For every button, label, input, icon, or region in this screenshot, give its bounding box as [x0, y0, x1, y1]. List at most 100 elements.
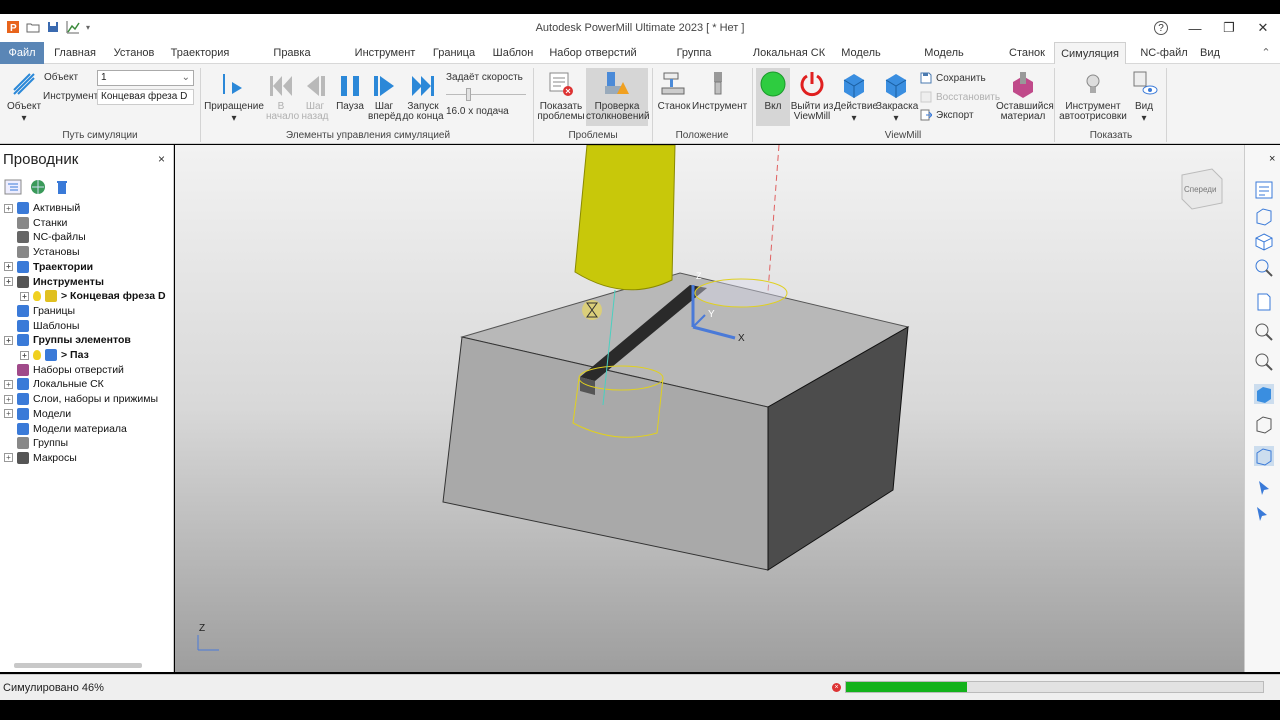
object-button[interactable]: Объект ▾ [6, 68, 42, 124]
viewport-canvas[interactable]: X Y Z Спереди Z [175, 145, 1244, 672]
lightbulb-icon[interactable] [33, 350, 41, 360]
tab-stock-model[interactable]: Модель материала [896, 42, 992, 81]
to-start-button[interactable]: В начало [266, 68, 299, 124]
tab-toolpath[interactable]: Траектория [168, 42, 232, 64]
tool-select[interactable]: Концевая фреза D [97, 89, 194, 105]
tree-item[interactable]: Станки [4, 216, 67, 230]
tree-item[interactable]: + Слои, наборы и прижимы [4, 392, 158, 406]
minimize-button[interactable]: — [1178, 14, 1212, 42]
explorer-scrollbar[interactable] [14, 663, 142, 668]
tab-boundary[interactable]: Граница [430, 42, 478, 64]
select-cursor-icon[interactable] [1253, 477, 1275, 499]
expand-toggle-icon[interactable]: + [4, 335, 13, 345]
expand-toggle-icon[interactable]: + [20, 291, 29, 301]
export-viewmill-button[interactable]: Экспорт [920, 109, 996, 123]
tab-machine[interactable]: Станок [1004, 42, 1050, 64]
zoom-box-icon[interactable] [1253, 321, 1275, 343]
tab-model[interactable]: Модель [836, 42, 886, 64]
tree-item[interactable]: + Модели [4, 407, 71, 421]
exit-viewmill-button[interactable]: Выйти из ViewMill [790, 68, 834, 124]
wireframe-box-icon[interactable] [1253, 205, 1275, 227]
3d-viewport[interactable]: X Y Z Спереди Z [175, 145, 1244, 672]
restore-button[interactable]: ❐ [1212, 14, 1246, 42]
autodraw-tool-button[interactable]: Инструмент автоотрисовки [1058, 68, 1128, 124]
tree-item[interactable]: NC-файлы [4, 230, 86, 244]
page-refresh-icon[interactable] [1253, 291, 1275, 313]
expand-toggle-icon[interactable]: + [4, 262, 13, 272]
tree-item[interactable]: Наборы отверстий [4, 363, 124, 377]
iso-view-icon[interactable] [1253, 231, 1275, 253]
expand-toggle-icon[interactable]: + [4, 394, 13, 404]
help-button[interactable]: ? [1144, 14, 1178, 42]
tree-view-icon[interactable] [4, 179, 22, 195]
close-button[interactable]: ✕ [1246, 14, 1280, 42]
viewmill-on-button[interactable]: Вкл [756, 68, 790, 124]
step-forward-button[interactable]: Шаг вперёд [368, 68, 401, 124]
tab-pattern[interactable]: Шаблон [488, 42, 538, 64]
expand-toggle-icon[interactable]: + [4, 203, 13, 213]
shading-button[interactable]: Закраска ▾ [876, 68, 918, 124]
tree-item[interactable]: + Траектории [4, 260, 93, 274]
tree-item[interactable]: + Инструменты [4, 275, 104, 289]
tree-item[interactable]: + Локальные СК [4, 377, 104, 391]
tree-item[interactable]: Модели материала [4, 422, 127, 436]
zoom-refresh-icon[interactable] [1253, 257, 1275, 279]
tool-position-button[interactable]: Инструмент [692, 68, 747, 124]
object-select[interactable]: 1 ⌄ [97, 70, 194, 86]
tab-file[interactable]: Файл [0, 42, 44, 64]
trash-icon[interactable] [54, 179, 70, 195]
remaining-material-button[interactable]: Оставшийся материал [996, 68, 1054, 124]
step-back-button[interactable]: Шаг назад [300, 68, 330, 124]
tab-toolpath-edit[interactable]: Правка траектории [244, 42, 340, 81]
toolbar-list-icon[interactable] [1253, 179, 1275, 201]
tab-home[interactable]: Главная [50, 42, 100, 64]
tab-hole-set[interactable]: Набор отверстий [548, 42, 638, 64]
speed-slider-thumb[interactable] [466, 88, 471, 101]
right-toolbar-close[interactable]: × [1269, 153, 1275, 165]
explorer-close-button[interactable]: × [158, 152, 165, 166]
expand-toggle-icon[interactable]: + [4, 277, 13, 286]
tree-item[interactable]: + Макросы [4, 451, 77, 465]
tree-item[interactable]: Группы [4, 436, 68, 450]
collision-check-button[interactable]: Проверка столкновений [586, 68, 650, 124]
tab-feature-group[interactable]: Группа элементов [648, 42, 740, 81]
tab-setup[interactable]: Установ [108, 42, 160, 64]
expand-toggle-icon[interactable]: + [4, 453, 13, 463]
tree-item[interactable]: + Группы элементов [4, 333, 131, 347]
machine-position-button[interactable]: Станок [656, 68, 692, 124]
pause-button[interactable]: Пауза [334, 68, 366, 124]
tab-simulation[interactable]: Симуляция [1054, 42, 1126, 64]
tree-item[interactable]: Шаблоны [4, 319, 79, 333]
expand-toggle-icon[interactable]: + [20, 350, 29, 360]
tab-nc-file[interactable]: NC-файл [1132, 42, 1196, 64]
tab-view[interactable]: Вид [1196, 42, 1224, 64]
increment-button[interactable]: Приращение ▾ [204, 68, 264, 124]
expand-toggle-icon[interactable]: + [4, 409, 13, 419]
undo-select-icon[interactable] [1253, 503, 1275, 525]
expand-toggle-icon[interactable]: + [4, 379, 13, 389]
run-to-end-button[interactable]: Запуск до конца [402, 68, 444, 124]
show-problems-button[interactable]: Показать проблемы [536, 68, 586, 124]
speed-slider[interactable] [446, 88, 526, 102]
tree-item[interactable]: Границы [4, 304, 75, 318]
tree-item[interactable]: + > Паз [20, 348, 89, 362]
tab-workplane[interactable]: Локальная СК [752, 42, 826, 64]
view-menu-button[interactable]: Вид ▾ [1128, 68, 1160, 124]
action-button[interactable]: Действие ▾ [834, 68, 878, 124]
tree-item[interactable]: + Активный [4, 201, 80, 215]
save-viewmill-button[interactable]: Сохранить [920, 72, 996, 86]
local-axis-z-label: Z [696, 271, 702, 281]
lightbulb-icon[interactable] [33, 291, 41, 302]
shaded-cube-icon[interactable] [1253, 383, 1275, 405]
globe-icon[interactable] [30, 179, 46, 195]
cancel-simulation-icon[interactable]: × [832, 683, 841, 692]
transparent-cube-icon[interactable] [1253, 445, 1275, 467]
collapse-ribbon-button[interactable]: ⌃ [1258, 42, 1274, 64]
right-view-toolbar: × [1244, 145, 1280, 672]
zoom-icon[interactable] [1253, 351, 1275, 373]
tab-tool[interactable]: Инструмент [352, 42, 418, 64]
tree-item[interactable]: Установы [4, 245, 80, 259]
tree-item[interactable]: + > Концевая фреза D [20, 289, 166, 303]
restore-viewmill-button[interactable]: Восстановить [920, 91, 1000, 105]
wire-cube-icon[interactable] [1253, 413, 1275, 435]
